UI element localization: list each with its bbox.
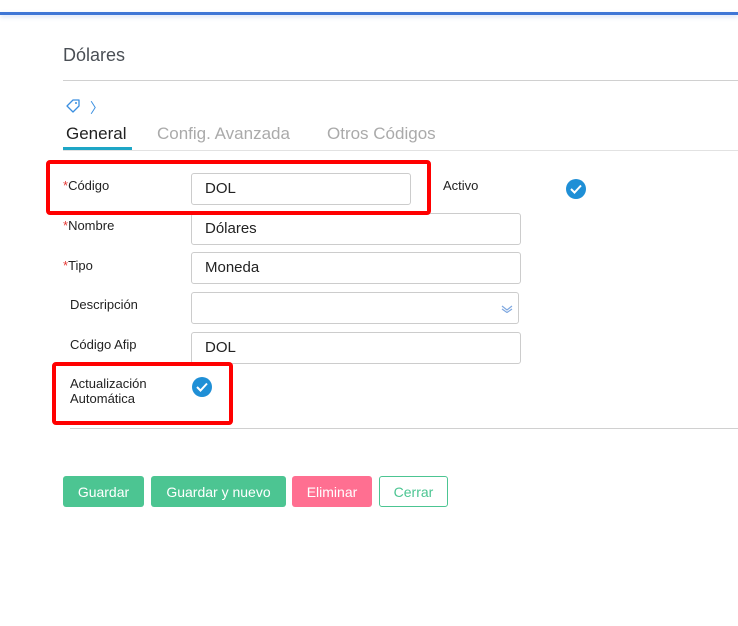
- tag-icon[interactable]: [65, 98, 81, 119]
- highlight-box-actualizacion: [52, 362, 233, 425]
- title-divider: [63, 80, 738, 81]
- descripcion-label: Descripción: [70, 297, 138, 312]
- codigo-afip-label: Código Afip: [70, 337, 137, 352]
- tipo-input[interactable]: Moneda: [191, 252, 521, 284]
- activo-checkbox[interactable]: [566, 179, 586, 199]
- chevron-down-icon: [501, 305, 513, 313]
- nombre-input[interactable]: Dólares: [191, 213, 521, 245]
- cerrar-button[interactable]: Cerrar: [379, 476, 448, 507]
- top-accent-bar: [0, 12, 738, 15]
- tab-general[interactable]: General: [66, 124, 126, 144]
- nombre-label: *Nombre: [63, 218, 115, 233]
- check-icon: [570, 184, 582, 194]
- form-divider: [70, 428, 738, 429]
- tabs-divider: [63, 150, 738, 151]
- tab-config-avanzada[interactable]: Config. Avanzada: [157, 124, 290, 144]
- descripcion-select[interactable]: [191, 292, 519, 324]
- page-title: Dólares: [63, 45, 126, 65]
- guardar-button[interactable]: Guardar: [63, 476, 144, 507]
- tipo-label: *Tipo: [63, 258, 93, 273]
- codigo-afip-input[interactable]: DOL: [191, 332, 521, 364]
- tab-otros-codigos[interactable]: Otros Códigos: [327, 124, 436, 144]
- breadcrumb-chevron-icon: 〉: [90, 100, 104, 116]
- active-tab-indicator: [63, 147, 132, 150]
- activo-label: Activo: [443, 178, 479, 193]
- guardar-y-nuevo-button[interactable]: Guardar y nuevo: [151, 476, 286, 507]
- eliminar-button[interactable]: Eliminar: [292, 476, 372, 507]
- highlight-box-codigo: [46, 160, 431, 215]
